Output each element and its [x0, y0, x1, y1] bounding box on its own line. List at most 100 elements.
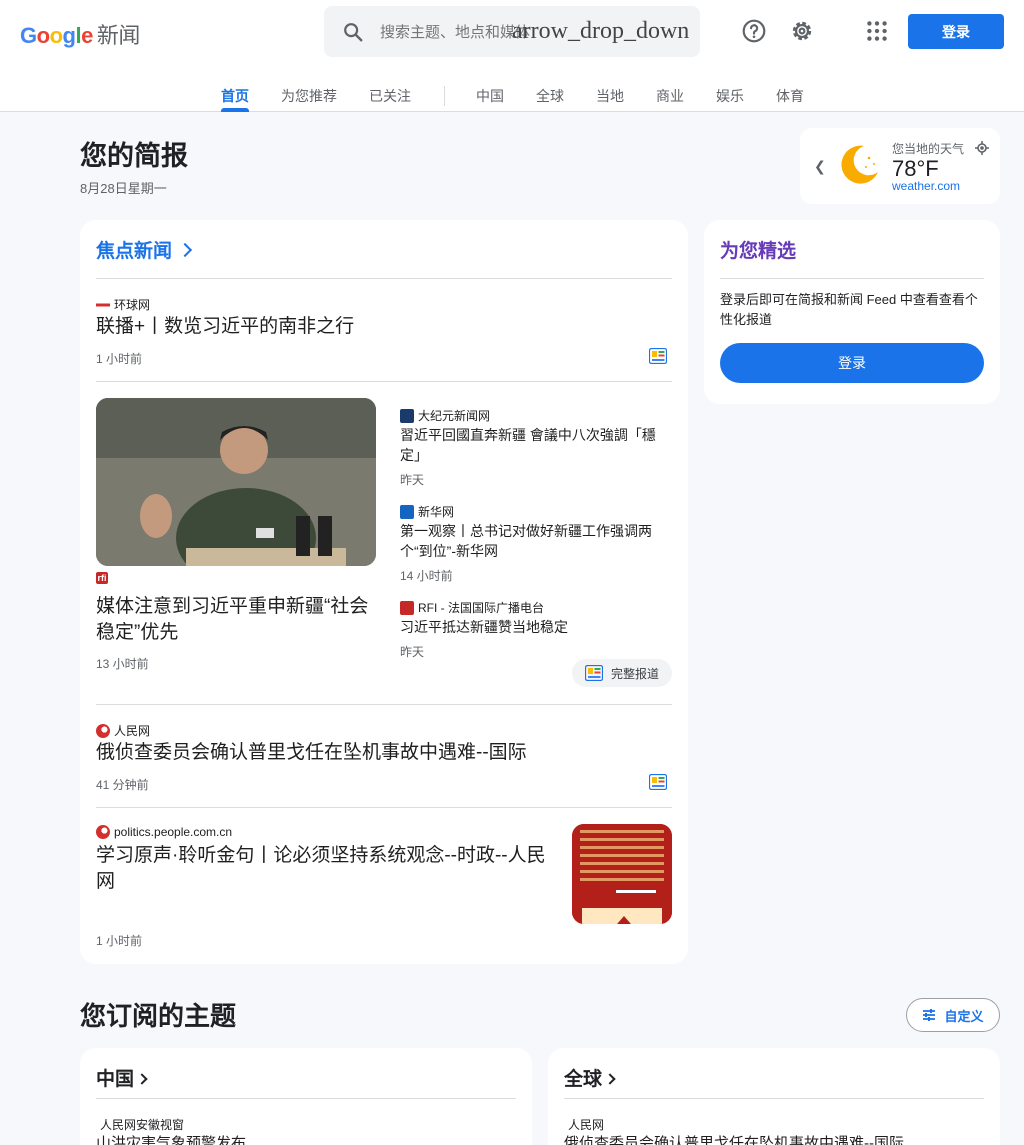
full-coverage-icon[interactable] — [649, 348, 667, 364]
tune-sliders-icon — [923, 1009, 936, 1021]
topic-china-headline[interactable]: 山洪灾害气象预警发布 — [96, 1134, 516, 1145]
topic-world-title: 全球 — [564, 1069, 603, 1090]
news-photo-image — [96, 398, 376, 566]
cluster-main-headline[interactable]: 媒体注意到习近平重申新疆“社会稳定”优先 — [96, 594, 376, 646]
weather-label: 您当地的天气 — [892, 142, 965, 156]
cluster-sub2-headline[interactable]: 第一观察丨总书记对做好新疆工作强调两个“到位”-新华网 — [400, 521, 672, 561]
headlines-title: 焦点新闻 — [96, 241, 173, 262]
story1-time: 1 小时前 — [96, 352, 143, 366]
sign-in-button[interactable]: 登录 — [908, 14, 1004, 49]
topic-world-headline[interactable]: 俄侦查委员会确认普里戈任在坠机事故中遇难--国际 — [564, 1134, 984, 1145]
tab-business[interactable]: 商业 — [656, 86, 684, 106]
story1-headline[interactable]: 联播+丨数览习近平的南非之行 — [96, 314, 636, 340]
epochtimes-logo-icon — [400, 408, 414, 423]
cluster-sub2-source[interactable]: 新华网 — [400, 503, 454, 520]
active-tab-indicator — [221, 108, 249, 112]
picks-sign-in-button[interactable]: 登录 — [720, 343, 984, 383]
nav-tabs: 首页 为您推荐 已关注 中国 全球 当地 商业 娱乐 体育 — [0, 82, 1024, 112]
cluster-sub3-source-name: RFI - 法国国际广播电台 — [418, 601, 544, 615]
tab-local[interactable]: 当地 — [596, 86, 624, 106]
briefing-date: 8月28日星期一 — [80, 181, 167, 196]
picks-card: 为您精选 登录后即可在简报和新闻 Feed 中查看查看个性化报道 登录 — [704, 220, 1000, 404]
logo-news-text: 新闻 — [96, 23, 141, 48]
cluster-main-time: 13 小时前 — [96, 657, 149, 671]
huanqiu-logo-icon — [96, 300, 110, 309]
picks-title: 为您精选 — [720, 241, 797, 262]
cluster-sub2-source-name: 新华网 — [418, 505, 455, 519]
full-coverage-icon[interactable] — [649, 774, 667, 790]
headlines-card: 焦点新闻 环球网 联播+丨数览习近平的南非之行 1 小时前 rfi 媒体注意到习… — [80, 220, 688, 964]
help-icon[interactable] — [741, 18, 767, 44]
top-bar: Google新闻 arrow_drop_down 登录 首页 为您推荐 已关注 … — [0, 0, 1024, 112]
location-icon[interactable] — [974, 140, 990, 156]
topic-world-source[interactable]: 人民网 — [568, 1116, 604, 1133]
peoples-daily-logo-icon — [96, 825, 110, 839]
moon-weather-icon — [841, 145, 878, 184]
peoples-daily-logo-icon — [96, 723, 110, 738]
divider — [564, 1098, 984, 1099]
settings-gear-icon[interactable] — [789, 18, 815, 44]
tab-china[interactable]: 中国 — [476, 86, 504, 106]
tab-world[interactable]: 全球 — [536, 86, 564, 106]
quote-poster-image — [572, 824, 672, 924]
tab-sports[interactable]: 体育 — [776, 86, 804, 106]
full-coverage-icon — [584, 665, 603, 681]
briefing-title: 您的简报 — [80, 141, 188, 171]
topic-card-china: 中国 人民网安徽视窗 山洪灾害气象预警发布 — [80, 1048, 532, 1145]
headlines-title-link[interactable]: 焦点新闻 — [96, 236, 193, 263]
topic-china-title: 中国 — [96, 1069, 135, 1090]
divider — [96, 381, 672, 382]
cluster-main-source[interactable]: rfi — [96, 572, 112, 584]
full-coverage-button[interactable]: 完整报道 — [572, 659, 672, 687]
tab-divider — [444, 86, 445, 106]
chevron-left-icon[interactable]: ❮ — [814, 158, 826, 175]
cluster-sub1-source-name: 大纪元新闻网 — [418, 409, 491, 423]
story4-source[interactable]: politics.people.com.cn — [96, 825, 232, 839]
google-news-logo[interactable]: Google 新闻 — [20, 18, 140, 50]
rfi-logo-icon: rfi — [96, 572, 108, 584]
tab-home[interactable]: 首页 — [221, 86, 249, 106]
topic-china-source[interactable]: 人民网安徽视窗 — [100, 1116, 184, 1133]
story3-source[interactable]: 人民网 — [96, 722, 150, 739]
weather-source-link[interactable]: weather.com — [892, 179, 960, 193]
full-coverage-label: 完整报道 — [610, 666, 659, 681]
cluster-sub3-headline[interactable]: 习近平抵达新疆赞当地稳定 — [400, 617, 668, 637]
topic-world-title-link[interactable]: 全球 — [564, 1064, 616, 1091]
search-overlay-text: arrow_drop_down — [512, 18, 690, 44]
topic-china-title-link[interactable]: 中国 — [96, 1064, 148, 1091]
story4-headline[interactable]: 学习原声·聆听金句丨论必须坚持系统观念--时政--人民网 — [96, 843, 560, 895]
customize-label: 自定义 — [944, 1008, 984, 1024]
divider — [96, 704, 672, 705]
story3-source-name: 人民网 — [114, 724, 151, 738]
divider — [96, 278, 672, 279]
story4-thumbnail[interactable] — [572, 824, 672, 924]
weather-widget[interactable]: ❮ 您当地的天气 78°F weather.com — [800, 128, 1000, 204]
story1-source-name: 环球网 — [114, 298, 151, 312]
cluster-sub2-time: 14 小时前 — [400, 569, 453, 583]
story4-time: 1 小时前 — [96, 934, 143, 948]
xinhua-logo-icon — [400, 504, 414, 519]
cluster-sub1-time: 昨天 — [400, 473, 425, 487]
apps-grid-icon[interactable] — [864, 18, 890, 44]
search-icon[interactable] — [342, 21, 364, 43]
tab-entertainment[interactable]: 娱乐 — [716, 86, 744, 106]
story1-source[interactable]: 环球网 — [96, 296, 150, 313]
search-box[interactable]: arrow_drop_down — [324, 6, 700, 57]
story3-headline[interactable]: 俄侦查委员会确认普里戈任在坠机事故中遇难--国际 — [96, 740, 636, 766]
chevron-right-icon — [136, 1073, 148, 1085]
cluster-sub1-source[interactable]: 大纪元新闻网 — [400, 407, 490, 424]
picks-description: 登录后即可在简报和新闻 Feed 中查看查看个性化报道 — [720, 292, 978, 327]
tab-following[interactable]: 已关注 — [369, 86, 411, 106]
story4-source-name: politics.people.com.cn — [114, 825, 233, 839]
rfi-logo-icon — [400, 600, 414, 615]
tab-for-you[interactable]: 为您推荐 — [281, 86, 337, 106]
cluster-sub1-headline[interactable]: 習近平回國直奔新疆 會議中八次強調「穩定」 — [400, 425, 668, 465]
cluster-sub3-source[interactable]: RFI - 法国国际广播电台 — [400, 599, 544, 616]
topics-title: 您订阅的主题 — [80, 1001, 237, 1031]
story3-time: 41 分钟前 — [96, 778, 149, 792]
divider — [96, 1098, 516, 1099]
chevron-right-icon — [604, 1073, 616, 1085]
customize-button[interactable]: 自定义 — [906, 998, 1000, 1032]
story-photo[interactable] — [96, 398, 376, 566]
divider — [96, 807, 672, 808]
